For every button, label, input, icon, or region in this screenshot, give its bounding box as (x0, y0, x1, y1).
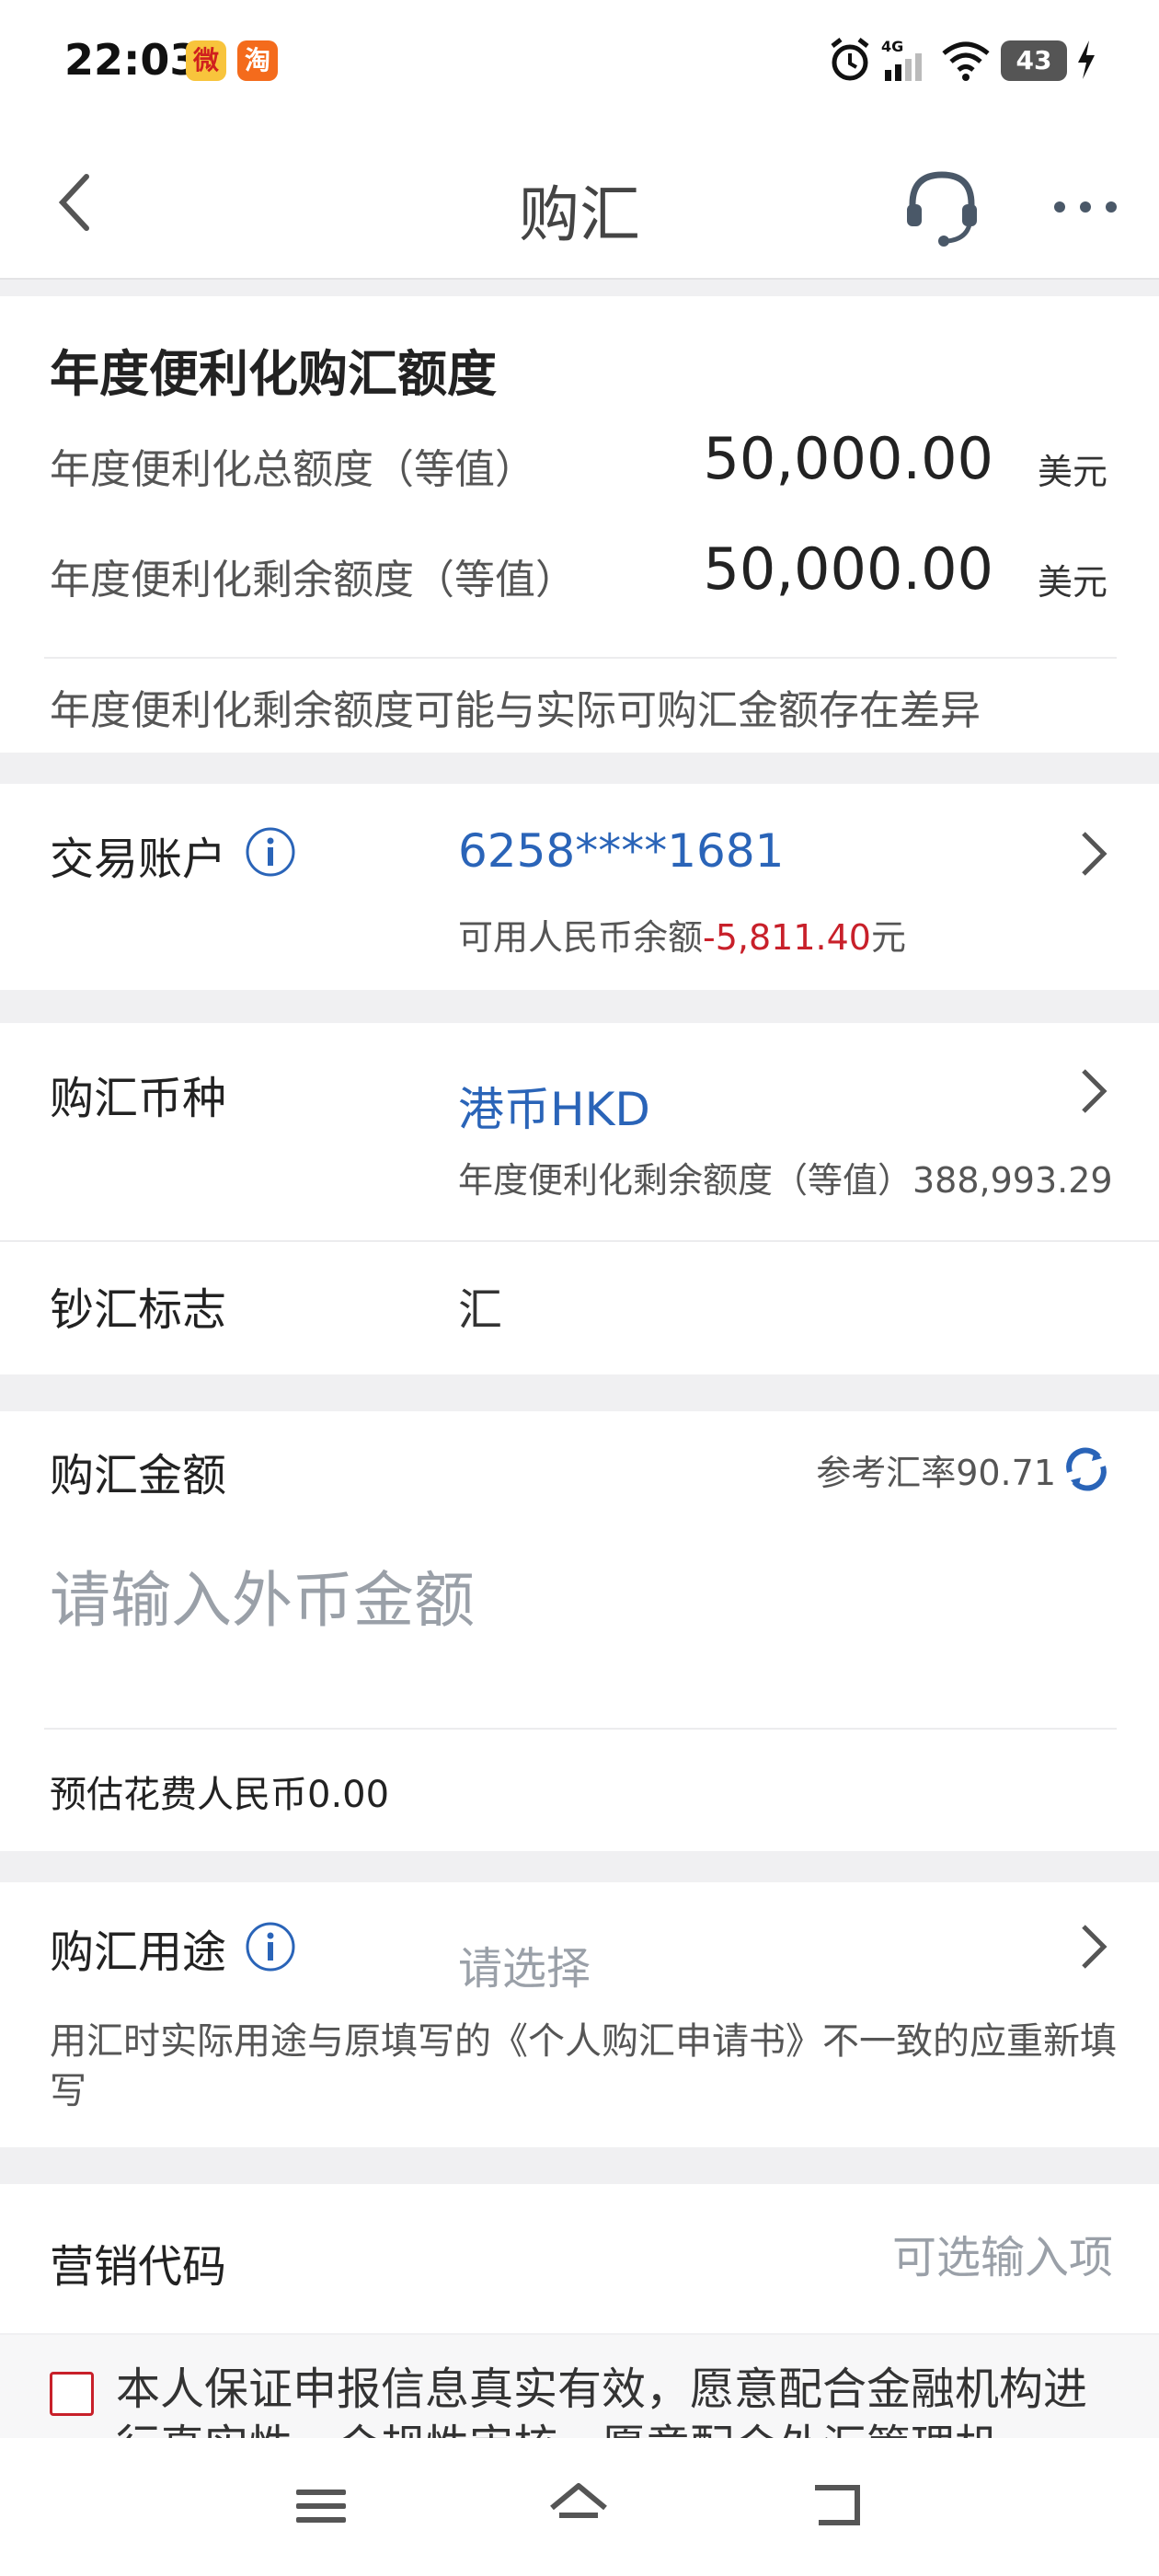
account-balance: 可用人民币余额-5,811.40元 (458, 909, 906, 960)
refresh-icon[interactable] (1061, 1444, 1111, 1494)
amount-section: 购汇金额 参考汇率90.71 预估花费人民币0.00 (0, 1411, 1159, 1851)
account-label: 交易账户 (50, 834, 227, 885)
promo-code-input[interactable] (552, 2221, 1113, 2294)
chevron-right-icon[interactable] (1074, 1921, 1115, 1972)
quota-total-unit: 美元 (1038, 452, 1108, 492)
quota-total-label: 年度便利化总额度（等值） (50, 446, 535, 493)
purpose-note: 用汇时实际用途与原填写的《个人购汇申请书》不一致的应重新填写 (50, 2020, 1117, 2112)
status-bar: 22:03 微 淘 4G 43 (0, 0, 1159, 129)
back-nav-icon[interactable] (806, 2478, 870, 2534)
currency-row[interactable]: 购汇币种 港币HKD 年度便利化剩余额度（等值）388,993.29 (0, 1023, 1159, 1240)
divider (44, 657, 1117, 659)
quota-title: 年度便利化购汇额度 (50, 345, 497, 403)
balance-label: 可用人民币余额 (458, 917, 704, 958)
quota-section: 年度便利化购汇额度 年度便利化总额度（等值） 50,000.00 美元 年度便利… (0, 296, 1159, 753)
page-title: 购汇 (519, 179, 640, 250)
info-icon[interactable] (245, 826, 296, 878)
balance-unit: 元 (870, 917, 906, 958)
more-icon[interactable] (1049, 184, 1122, 230)
purpose-section: 购汇用途 请选择 用汇时实际用途与原填写的《个人购汇申请书》不一致的应重新填写 (0, 1882, 1159, 2147)
purpose-label: 购汇用途 (50, 1926, 227, 1978)
quota-remaining-unit: 美元 (1038, 562, 1108, 603)
currency-section: 购汇币种 港币HKD 年度便利化剩余额度（等值）388,993.29 钞汇标志 … (0, 1023, 1159, 1374)
battery-icon: 43 (1001, 40, 1067, 81)
chevron-right-icon[interactable] (1074, 1065, 1115, 1117)
customer-service-icon[interactable] (900, 164, 984, 248)
agreement-section: 本人保证申报信息真实有效，愿意配合金融机构进行真实性、合规性审核，愿意配合外汇管… (0, 2335, 1159, 2438)
divider (0, 1240, 1159, 1242)
chevron-right-icon[interactable] (1074, 828, 1115, 880)
cash-flag-label: 钞汇标志 (50, 1284, 227, 1336)
divider (44, 1728, 1117, 1730)
currency-value[interactable]: 港币HKD (458, 1073, 650, 1139)
charging-icon (1078, 40, 1095, 79)
menu-icon[interactable] (289, 2478, 353, 2534)
quota-remaining-label: 年度便利化剩余额度（等值） (50, 557, 576, 604)
agreement-checkbox[interactable] (50, 2372, 94, 2416)
home-icon[interactable] (546, 2478, 611, 2534)
weibo-icon: 微 (186, 40, 226, 81)
status-time: 22:03 (64, 35, 200, 85)
info-icon[interactable] (245, 1921, 296, 1972)
taobao-icon: 淘 (237, 40, 278, 81)
account-number[interactable]: 6258****1681 (458, 824, 785, 878)
foreign-amount-input[interactable] (50, 1549, 1107, 1650)
reference-rate: 参考汇率90.71 (816, 1453, 1056, 1493)
currency-label: 购汇币种 (50, 1073, 227, 1124)
balance-value: -5,811.40 (703, 917, 871, 958)
quota-note: 年度便利化剩余额度可能与实际可购汇金额存在差异 (50, 687, 981, 734)
alarm-icon (831, 38, 869, 81)
quota-remaining-value: 50,000.00 (703, 535, 993, 603)
system-nav-bar (0, 2438, 1159, 2576)
estimated-cny-cost: 预估花费人民币0.00 (50, 1774, 390, 1816)
promo-code-row: 营销代码 (0, 2184, 1159, 2333)
quota-total-value: 50,000.00 (703, 425, 993, 492)
amount-label: 购汇金额 (50, 1450, 227, 1501)
signal-icon: 4G (881, 38, 922, 81)
top-navbar: 购汇 (0, 129, 1159, 280)
purpose-select[interactable]: 请选择 (458, 1932, 591, 1996)
wifi-icon (942, 41, 990, 81)
network-label: 4G (881, 38, 903, 55)
account-row[interactable]: 交易账户 6258****1681 可用人民币余额-5,811.40元 (0, 784, 1159, 990)
agreement-text: 本人保证申报信息真实有效，愿意配合金融机构进行真实性、合规性审核，愿意配合外汇管… (116, 2363, 1088, 2438)
currency-remaining-quota: 年度便利化剩余额度（等值）388,993.29 (458, 1160, 1113, 1201)
cash-flag-value: 汇 (458, 1284, 503, 1336)
promo-code-label: 营销代码 (50, 2241, 227, 2293)
